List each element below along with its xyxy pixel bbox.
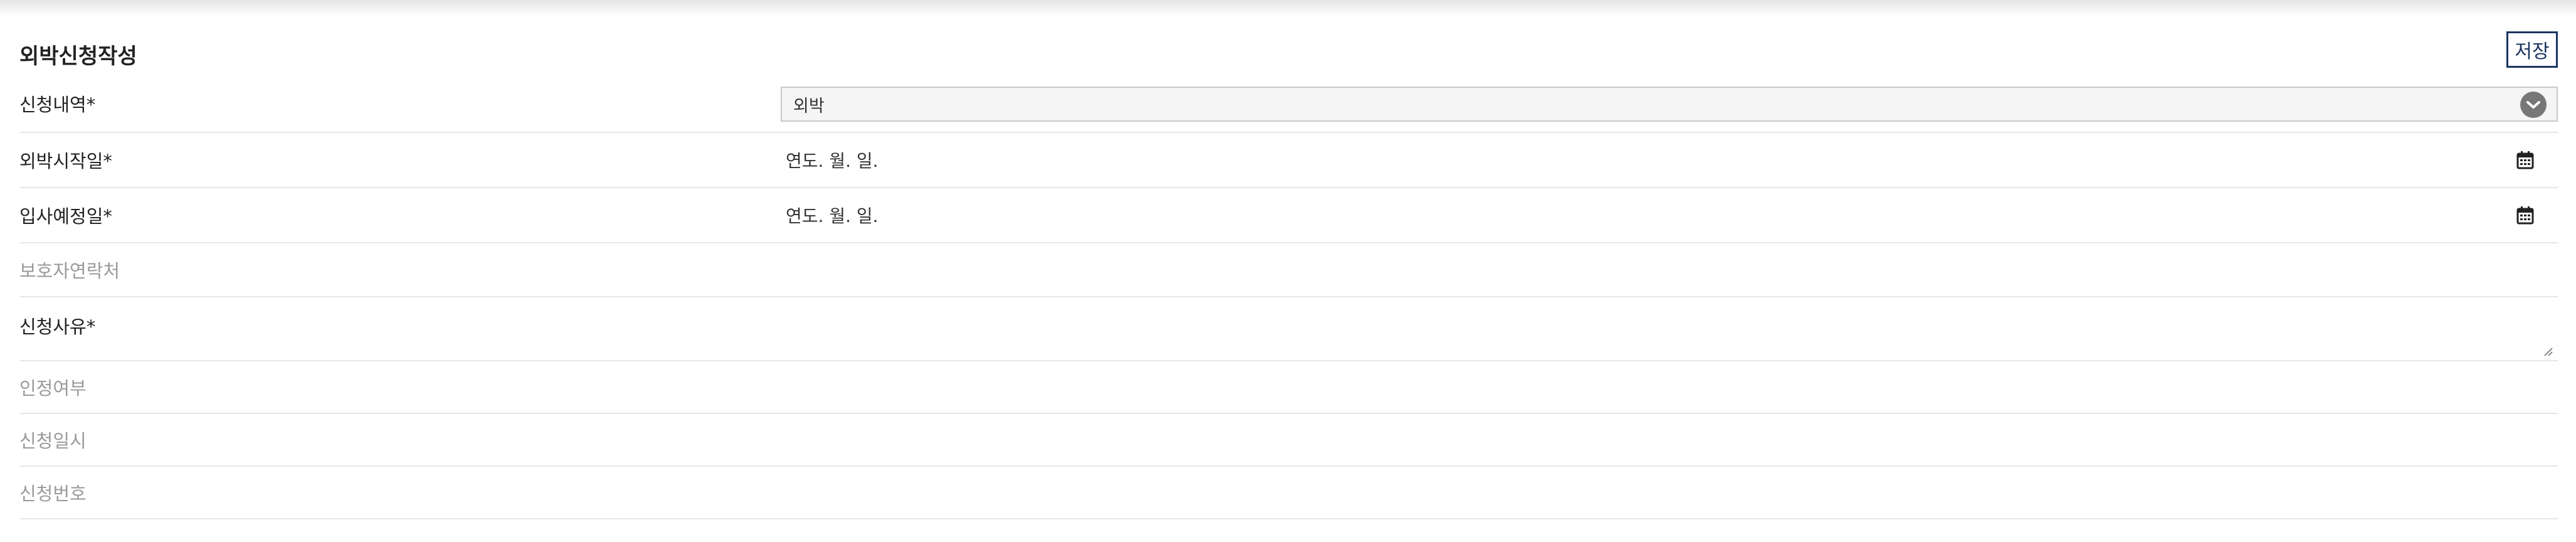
request-number-label: 신청번호 bbox=[19, 483, 87, 504]
top-shadow bbox=[0, 0, 2576, 16]
row-return-date: 입사예정일* 연도. 월. 일. bbox=[19, 188, 2558, 243]
request-datetime-field bbox=[781, 414, 2558, 465]
approval-label: 인정여부 bbox=[19, 378, 87, 399]
start-date-label: 외박시작일* bbox=[19, 151, 112, 172]
page-title: 외박신청작성 bbox=[19, 43, 137, 69]
request-type-field: 외박 bbox=[781, 75, 2558, 132]
request-type-label: 신청내역* bbox=[19, 94, 96, 115]
row-reason: 신청사유* bbox=[19, 297, 2558, 361]
request-datetime-label: 신청일시 bbox=[19, 430, 87, 452]
reason-textarea[interactable] bbox=[781, 297, 2558, 360]
row-request-number: 신청번호 bbox=[19, 467, 2558, 519]
save-button[interactable]: 저장 bbox=[2506, 31, 2558, 68]
reason-label: 신청사유* bbox=[19, 316, 96, 337]
chevron-down-icon[interactable] bbox=[2520, 92, 2547, 118]
page: 외박신청작성 저장 신청내역* 외박 외박시작일* 연도. 월. 일. 입사예정… bbox=[0, 0, 2576, 542]
request-type-select[interactable]: 외박 bbox=[781, 87, 2558, 122]
return-date-field[interactable]: 연도. 월. 일. bbox=[781, 188, 2558, 242]
form-header: 외박신청작성 bbox=[19, 35, 137, 73]
start-date-input[interactable]: 연도. 월. 일. bbox=[786, 147, 879, 173]
start-date-field[interactable]: 연도. 월. 일. bbox=[781, 133, 2558, 187]
approval-field bbox=[781, 361, 2558, 413]
return-date-input[interactable]: 연도. 월. 일. bbox=[786, 203, 879, 228]
row-start-date: 외박시작일* 연도. 월. 일. bbox=[19, 133, 2558, 188]
calendar-icon[interactable] bbox=[2516, 206, 2534, 225]
calendar-icon[interactable] bbox=[2516, 151, 2534, 169]
row-approval: 인정여부 bbox=[19, 361, 2558, 414]
guardian-contact-label: 보호자연락처 bbox=[19, 260, 120, 282]
guardian-contact-field bbox=[781, 243, 2558, 296]
request-number-field bbox=[781, 467, 2558, 518]
return-date-label: 입사예정일* bbox=[19, 206, 112, 227]
row-request-datetime: 신청일시 bbox=[19, 414, 2558, 467]
row-guardian-contact: 보호자연락처 bbox=[19, 243, 2558, 297]
resize-handle-icon[interactable] bbox=[2542, 345, 2553, 356]
row-request-type: 신청내역* 외박 bbox=[19, 75, 2558, 133]
request-type-selected-value: 외박 bbox=[793, 96, 825, 116]
outing-request-form: 신청내역* 외박 외박시작일* 연도. 월. 일. 입사예정일* 연도. 월. … bbox=[19, 75, 2558, 519]
